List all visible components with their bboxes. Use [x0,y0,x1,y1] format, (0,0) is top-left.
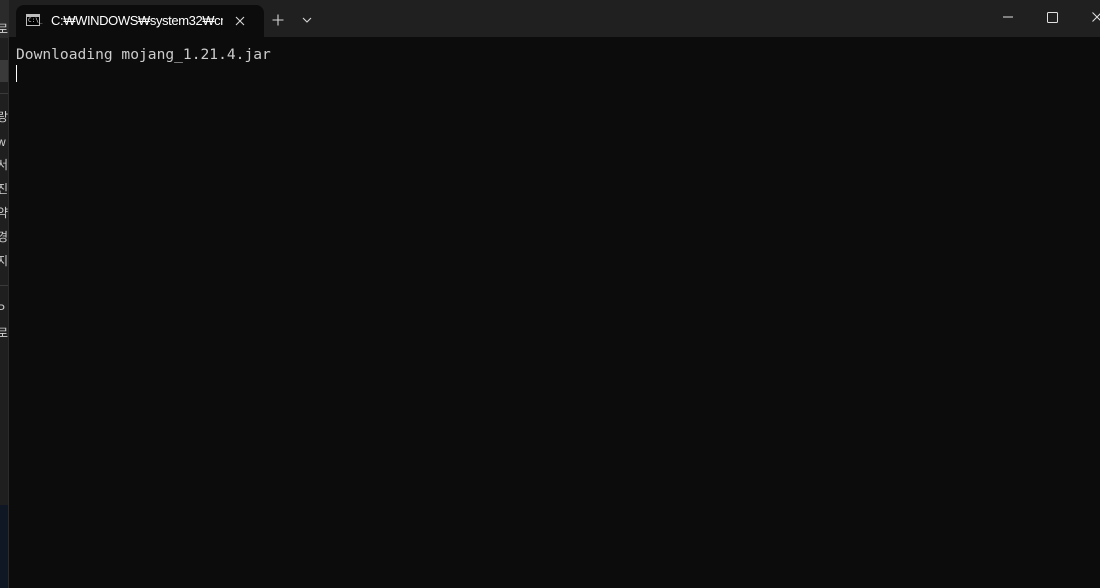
tab-title: C:₩WINDOWS₩system32₩cmd.exe [51,13,223,28]
background-text-fragment: 경 [0,231,8,243]
background-text-fragment: w [0,136,6,148]
background-text-fragment: 지 [0,255,8,267]
maximize-button[interactable] [1029,0,1075,34]
background-window-edge: 로 랑 w 서 진 약 경 지 P 로 [0,0,9,588]
close-window-button[interactable] [1075,0,1100,34]
terminal-window: C:\_ C:₩WINDOWS₩system32₩cmd.exe [9,0,1100,588]
background-text-fragment: 랑 [0,111,8,123]
background-text-fragment: 로 [0,23,8,35]
maximize-icon [1046,11,1058,23]
desktop: 로 랑 w 서 진 약 경 지 P 로 C:\_ C:₩WINDOWS₩syst… [0,0,1100,588]
background-divider [0,93,8,94]
console-output-area[interactable]: Downloading mojang_1.21.4.jar [9,37,1100,588]
new-tab-button[interactable] [265,7,291,33]
background-taskbar-area [0,505,8,588]
background-text-fragment: 진 [0,183,8,195]
background-text-fragment: P [0,303,5,315]
close-icon [235,16,245,26]
cmd-icon: C:\_ [26,14,43,26]
cmd-icon-glyph: C:\_ [28,17,43,24]
tab-cmd[interactable]: C:\_ C:₩WINDOWS₩system32₩cmd.exe [16,5,264,37]
output-line: Downloading mojang_1.21.4.jar [16,46,271,63]
background-selected-row [0,60,8,82]
chevron-down-icon [302,17,312,23]
background-text-fragment: 서 [0,159,8,171]
minimize-icon [1003,16,1013,18]
tab-dropdown-button[interactable] [295,7,319,33]
title-bar[interactable]: C:\_ C:₩WINDOWS₩system32₩cmd.exe [9,0,1100,37]
background-text-fragment: 약 [0,207,8,219]
minimize-button[interactable] [985,0,1031,34]
text-cursor [16,65,17,82]
close-icon [1092,12,1100,22]
background-text-fragment: 로 [0,327,8,339]
background-divider [0,285,8,286]
plus-icon [272,14,284,26]
tab-close-button[interactable] [228,9,252,33]
